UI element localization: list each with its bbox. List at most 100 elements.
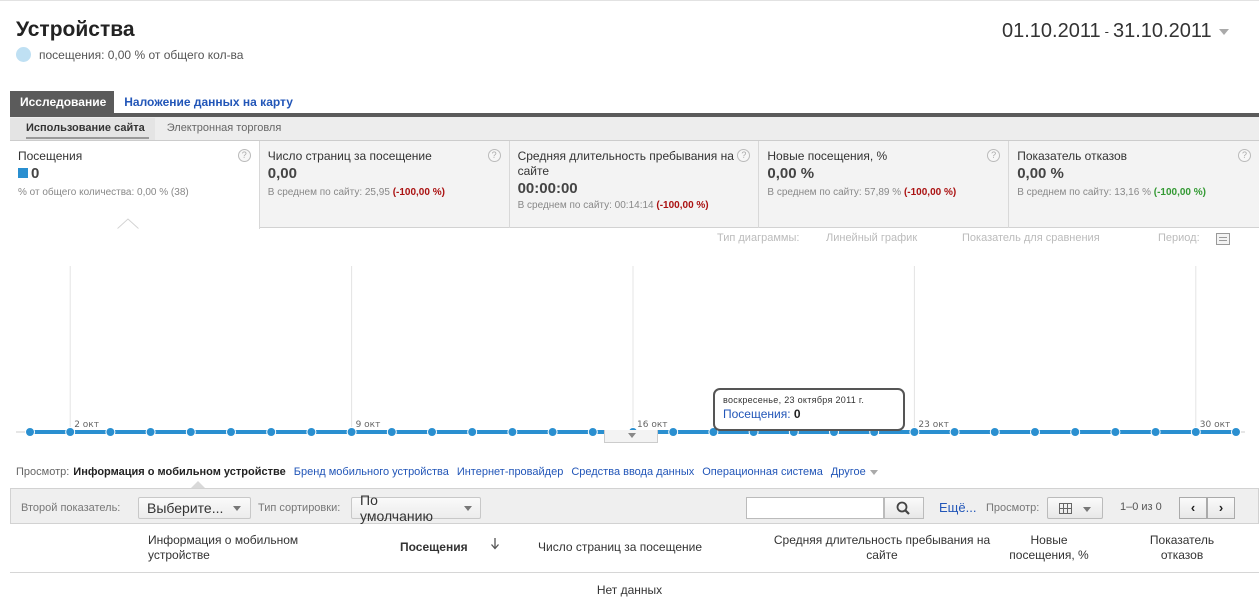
chart-type-value[interactable]: Линейный график bbox=[826, 232, 917, 244]
table-grid-icon bbox=[1059, 503, 1072, 514]
date-start: 01.10.2011 bbox=[1002, 20, 1101, 42]
data-point[interactable] bbox=[668, 427, 679, 437]
data-point[interactable] bbox=[346, 427, 357, 437]
x-tick-label: 16 окт bbox=[637, 420, 668, 430]
data-point[interactable] bbox=[1070, 427, 1081, 437]
scorecard-value: 0,00 bbox=[267, 165, 297, 182]
help-icon[interactable]: ? bbox=[737, 149, 751, 162]
data-point[interactable] bbox=[1030, 427, 1040, 437]
scorecard-value: 0,00 % bbox=[767, 165, 815, 182]
data-point[interactable] bbox=[507, 427, 518, 437]
chevron-down-icon bbox=[464, 505, 472, 511]
data-point[interactable] bbox=[226, 427, 236, 437]
scorecard-avg: В среднем по сайту: 13,16 % (-100,00 %) bbox=[1017, 187, 1206, 198]
table-search-input[interactable] bbox=[746, 497, 884, 519]
sort-type-select[interactable]: По умолчанию bbox=[351, 492, 481, 524]
dimension-os[interactable]: Операционная система bbox=[702, 466, 823, 478]
data-point[interactable] bbox=[467, 427, 478, 437]
subtab-site-usage[interactable]: Использование сайта bbox=[10, 117, 155, 140]
dimension-mobile-brand[interactable]: Бренд мобильного устройства bbox=[294, 466, 449, 478]
column-header-bounce-rate[interactable]: Показатель отказов bbox=[1137, 533, 1227, 563]
column-header-new-visits[interactable]: Новые посещения, % bbox=[1004, 533, 1094, 563]
scorecard-value: 00:00:00 bbox=[517, 180, 578, 197]
data-point[interactable] bbox=[909, 427, 920, 437]
calendar-icon[interactable] bbox=[1216, 233, 1230, 245]
tooltip-metric: Посещения: 0 bbox=[723, 407, 895, 421]
tab-map-overlay[interactable]: Наложение данных на карту bbox=[114, 91, 301, 113]
table-header: Информация о мобильном устройстве Посеще… bbox=[10, 525, 1259, 573]
dimension-input-method[interactable]: Средства ввода данных bbox=[571, 466, 694, 478]
scorecard-bounce-rate[interactable]: Показатель отказов 0,00 % В среднем по с… bbox=[1009, 141, 1259, 228]
scorecard-pages-per-visit[interactable]: Число страниц за посещение 0,00 В средне… bbox=[260, 141, 510, 228]
data-point[interactable] bbox=[949, 427, 960, 437]
data-point[interactable] bbox=[386, 427, 397, 437]
dimension-mobile-info[interactable]: Информация о мобильном устройстве bbox=[73, 466, 285, 478]
search-button[interactable] bbox=[884, 497, 924, 519]
page-title: Устройства bbox=[16, 18, 135, 41]
scorecard-avg-duration[interactable]: Средняя длительность пребывания на сайте… bbox=[510, 141, 760, 228]
scorecard-avg: % от общего количества: 0,00 % (38) bbox=[18, 187, 189, 198]
scorecard-value: 0 bbox=[18, 165, 259, 182]
help-icon[interactable]: ? bbox=[1237, 149, 1251, 162]
help-icon[interactable]: ? bbox=[487, 149, 501, 162]
data-point[interactable] bbox=[65, 427, 76, 437]
scorecard-name: Средняя длительность пребывания на сайте bbox=[517, 149, 734, 178]
data-point[interactable] bbox=[25, 427, 35, 437]
x-tick-label: 9 окт bbox=[356, 420, 381, 430]
series-swatch-icon bbox=[18, 168, 28, 178]
chart-tooltip: воскресенье, 23 октября 2011 г. Посещени… bbox=[713, 388, 905, 431]
segment-legend: посещения: 0,00 % от общего кол-ва bbox=[16, 47, 243, 62]
data-point[interactable] bbox=[427, 427, 437, 437]
chart-expand-handle[interactable] bbox=[604, 430, 658, 443]
secondary-dimension-label: Второй показатель: bbox=[21, 502, 121, 514]
x-tick-label: 23 окт bbox=[918, 420, 949, 430]
date-range-picker[interactable]: 01.10.2011 - 31.10.2011 bbox=[1002, 20, 1229, 43]
data-point[interactable] bbox=[145, 427, 156, 437]
dimension-isp[interactable]: Интернет-провайдер bbox=[457, 466, 564, 478]
help-icon[interactable]: ? bbox=[237, 149, 251, 162]
scorecard-visits[interactable]: Посещения 0 % от общего количества: 0,00… bbox=[10, 141, 260, 229]
active-card-pointer bbox=[117, 218, 139, 230]
help-icon[interactable]: ? bbox=[987, 149, 1001, 162]
scorecard-new-visits[interactable]: Новые посещения, % 0,00 % В среднем по с… bbox=[759, 141, 1010, 228]
data-point[interactable] bbox=[105, 427, 116, 437]
data-point[interactable] bbox=[1150, 427, 1161, 437]
chevron-down-icon bbox=[1218, 28, 1229, 35]
sort-descending-icon[interactable] bbox=[491, 538, 499, 550]
data-point[interactable] bbox=[266, 427, 277, 437]
data-point[interactable] bbox=[547, 427, 558, 437]
column-header-avg-duration[interactable]: Средняя длительность пребывания на сайте bbox=[762, 533, 1002, 563]
secondary-dimension-select[interactable]: Выберите... bbox=[138, 497, 251, 519]
data-point[interactable] bbox=[1190, 427, 1201, 437]
table-toolbar: Второй показатель: Выберите... Тип сорти… bbox=[10, 488, 1259, 524]
data-point[interactable] bbox=[587, 427, 598, 437]
scorecards: Посещения 0 % от общего количества: 0,00… bbox=[10, 141, 1259, 229]
dimension-other-dropdown[interactable]: Другое bbox=[831, 466, 878, 478]
sort-type-label: Тип сортировки: bbox=[258, 502, 341, 514]
tooltip-metric-name: Посещения: bbox=[723, 407, 791, 421]
data-point[interactable] bbox=[185, 427, 196, 437]
segment-dot-icon bbox=[16, 47, 31, 62]
table-view-select[interactable] bbox=[1047, 497, 1103, 519]
column-header-pages-per-visit[interactable]: Число страниц за посещение bbox=[538, 540, 702, 555]
subtab-ecommerce[interactable]: Электронная торговля bbox=[155, 118, 290, 140]
advanced-filter-link[interactable]: Ещё... bbox=[939, 500, 976, 515]
chart-type-label: Тип диаграммы: bbox=[717, 232, 800, 244]
visits-line-chart[interactable]: 2 окт 9 окт 16 окт 23 окт 30 окт bbox=[0, 248, 1259, 448]
data-point[interactable] bbox=[306, 427, 317, 437]
prev-page-button[interactable]: ‹ bbox=[1179, 497, 1207, 519]
empty-table-message: Нет данных bbox=[596, 583, 663, 597]
scorecard-name: Показатель отказов bbox=[1017, 149, 1128, 163]
column-header-mobile-info[interactable]: Информация о мобильном устройстве bbox=[148, 533, 328, 563]
column-header-visits[interactable]: Посещения bbox=[400, 540, 468, 555]
next-page-button[interactable]: › bbox=[1207, 497, 1235, 519]
scorecard-delta: (-100,00 %) bbox=[903, 187, 957, 198]
tab-explorer[interactable]: Исследование bbox=[10, 91, 115, 113]
data-point[interactable] bbox=[989, 427, 1000, 437]
metric-group-tabs: Использование сайта Электронная торговля bbox=[10, 113, 1259, 141]
date-end: 31.10.2011 bbox=[1112, 20, 1212, 42]
data-point[interactable] bbox=[1231, 427, 1241, 437]
primary-dimension-bar: Просмотр: Информация о мобильном устройс… bbox=[16, 466, 878, 478]
data-point[interactable] bbox=[1110, 427, 1121, 437]
compare-metric-link[interactable]: Показатель для сравнения bbox=[962, 232, 1100, 244]
